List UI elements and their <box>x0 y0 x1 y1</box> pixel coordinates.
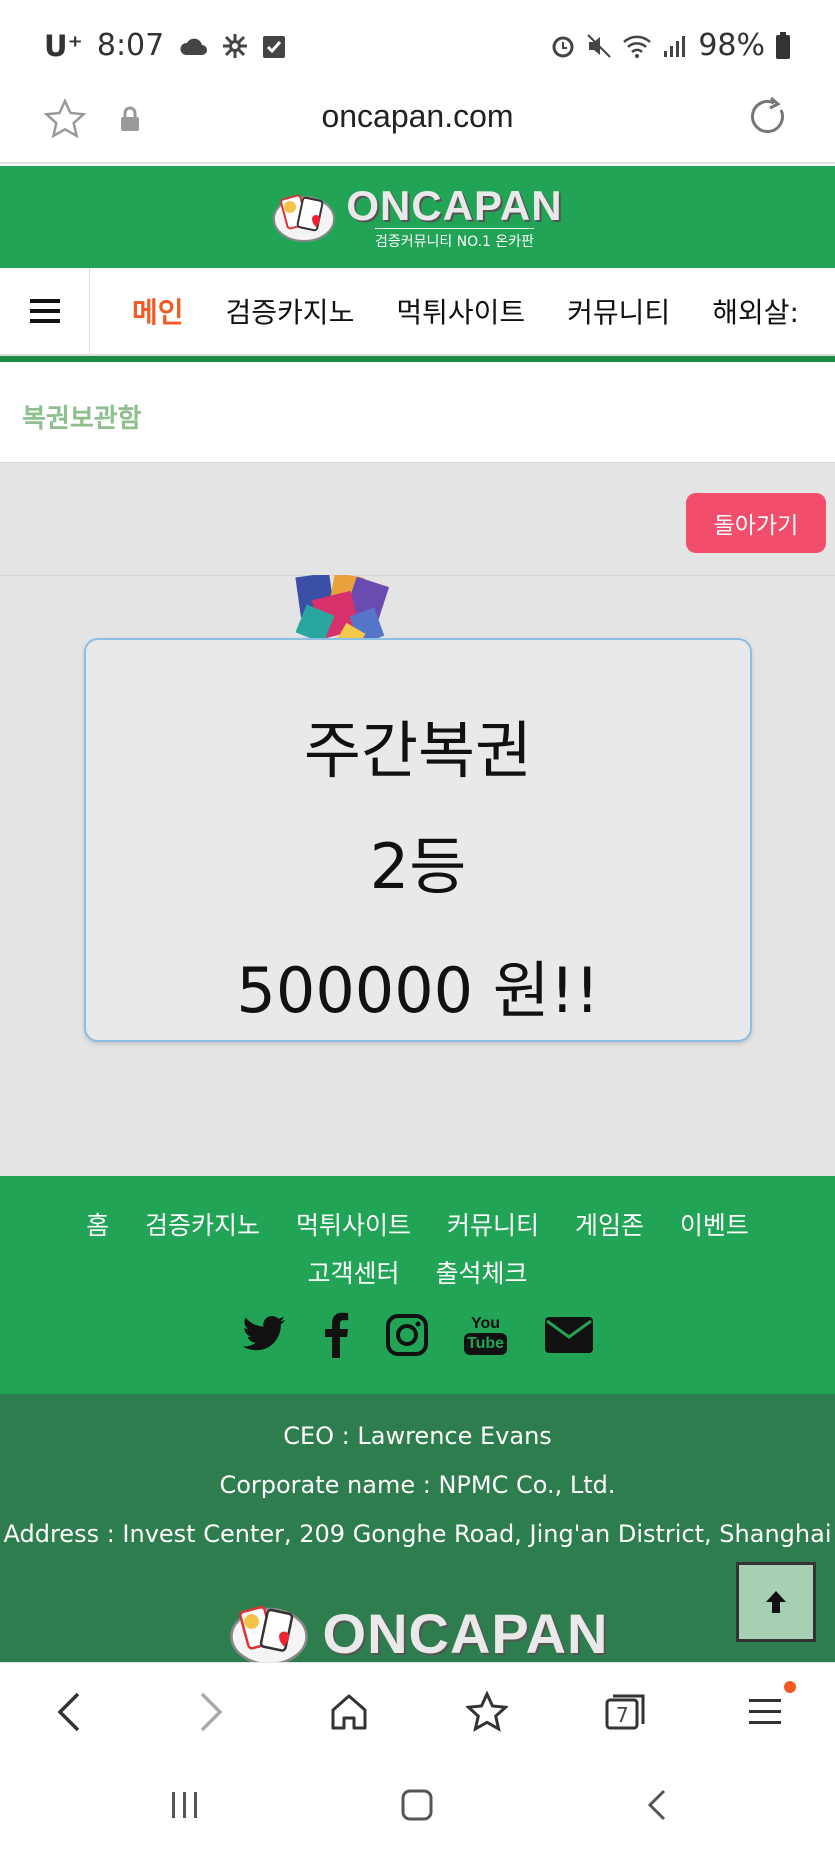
hamburger-icon <box>29 299 60 323</box>
logo-wordmark: ONCAPAN <box>346 181 563 229</box>
breadcrumb: 복권보관함 <box>0 362 835 462</box>
bookmarks-star-icon <box>466 1691 508 1732</box>
footer-company-info: CEO : Lawrence Evans Corporate name : NP… <box>0 1394 835 1662</box>
footer-link-game-zone[interactable]: 게임존 <box>575 1211 644 1240</box>
url-text[interactable]: oncapan.com <box>0 98 835 135</box>
footer-link-customer-center[interactable]: 고객센터 <box>308 1259 400 1288</box>
home-icon <box>331 1694 367 1730</box>
nav-item-overseas[interactable]: 해외살: <box>712 291 799 331</box>
battery-icon <box>776 31 790 59</box>
footer-link-verified-casino[interactable]: 검증카지노 <box>145 1211 260 1240</box>
tab-count: 7 <box>616 1703 629 1727</box>
system-nav-bar <box>0 1758 835 1856</box>
nav-item-verified-casino[interactable]: 검증카지노 <box>226 291 355 331</box>
footer-ceo: CEO : Lawrence Evans <box>283 1422 552 1450</box>
page-title: 복권보관함 <box>22 404 142 434</box>
browser-bookmarks-button[interactable] <box>462 1687 512 1737</box>
browser-url-bar: oncapan.com <box>0 76 835 164</box>
browser-back-button[interactable] <box>44 1687 94 1737</box>
notification-dot <box>784 1681 796 1693</box>
menu-icon <box>749 1699 781 1724</box>
logo-cards-icon <box>273 194 336 242</box>
carrier-label: U⁺ <box>44 28 83 63</box>
chevron-left-icon <box>57 1692 80 1732</box>
footer-address: Address : Invest Center, 209 Gonghe Road… <box>3 1520 832 1548</box>
footer-corporate-name: Corporate name : NPMC Co., Ltd. <box>219 1471 616 1499</box>
alarm-icon <box>552 36 574 57</box>
chevron-right-icon <box>200 1692 223 1732</box>
logo-tagline: 검증커뮤니티 NO.1 온카판 <box>374 227 535 251</box>
lottery-title: 주간복권 <box>303 714 533 787</box>
reload-icon[interactable] <box>747 96 789 138</box>
back-nav-icon[interactable] <box>640 1788 674 1822</box>
home-nav-icon[interactable] <box>400 1788 434 1822</box>
footer-link-event[interactable]: 이벤트 <box>680 1211 749 1240</box>
scroll-to-top-button[interactable] <box>736 1562 816 1642</box>
settings-icon <box>223 33 248 58</box>
back-button[interactable]: 돌아가기 <box>686 493 826 553</box>
youtube-icon-top: You <box>470 1315 501 1332</box>
main-nav: 메인 검증카지노 먹튀사이트 커뮤니티 해외살: <box>0 268 835 356</box>
footer-logo-wordmark: ONCAPAN <box>322 1606 609 1662</box>
recent-apps-icon[interactable] <box>168 1788 202 1822</box>
mute-icon <box>587 33 612 58</box>
main-content: 돌아가기 주간복권 2등 500000 원!! <box>0 462 835 1176</box>
signal-icon <box>664 35 686 57</box>
browser-bottom-bar: 7 <box>0 1662 835 1758</box>
youtube-icon-bottom: Tube <box>463 1333 508 1355</box>
checkbox-icon <box>263 35 286 58</box>
footer-link-attendance[interactable]: 출석체크 <box>435 1259 527 1288</box>
site-header: ONCAPAN 검증커뮤니티 NO.1 온카판 <box>0 166 835 268</box>
hamburger-menu-button[interactable] <box>0 268 90 354</box>
footer-logo-cards-icon <box>229 1606 308 1662</box>
footer-nav: 홈 검증카지노 먹튀사이트 커뮤니티 게임존 이벤트 고객센터 출석체크 You… <box>0 1176 835 1394</box>
lottery-prize: 500000 원!! <box>236 954 600 1027</box>
clock: 8:07 <box>96 28 165 63</box>
lottery-result-card: 주간복권 2등 500000 원!! <box>84 638 752 1042</box>
footer-link-scam-sites[interactable]: 먹튀사이트 <box>296 1211 411 1240</box>
battery-percent: 98% <box>698 28 765 63</box>
nav-item-scam-sites[interactable]: 먹튀사이트 <box>396 291 525 331</box>
content-divider <box>0 575 835 576</box>
twitter-icon[interactable] <box>241 1315 287 1355</box>
footer-link-community[interactable]: 커뮤니티 <box>447 1211 539 1240</box>
nav-item-main[interactable]: 메인 <box>132 291 184 331</box>
arrow-up-icon <box>766 1591 786 1613</box>
browser-forward-button[interactable] <box>186 1687 236 1737</box>
lottery-rank: 2등 <box>369 830 467 903</box>
cloud-icon <box>180 38 208 55</box>
browser-home-button[interactable] <box>324 1687 374 1737</box>
wifi-icon <box>623 35 652 58</box>
browser-menu-button[interactable] <box>740 1681 796 1737</box>
footer-logo: ONCAPAN <box>0 1606 835 1662</box>
browser-tabs-button[interactable]: 7 <box>600 1687 650 1737</box>
instagram-icon[interactable] <box>385 1313 429 1357</box>
youtube-icon[interactable]: You Tube <box>463 1315 508 1355</box>
site-logo[interactable]: ONCAPAN 검증커뮤니티 NO.1 온카판 <box>272 181 563 251</box>
footer-link-home[interactable]: 홈 <box>86 1211 109 1240</box>
nav-item-community[interactable]: 커뮤니티 <box>567 291 670 331</box>
facebook-icon[interactable] <box>323 1312 349 1358</box>
status-bar: U⁺ 8:07 98% <box>0 0 835 76</box>
email-icon[interactable] <box>543 1315 595 1355</box>
